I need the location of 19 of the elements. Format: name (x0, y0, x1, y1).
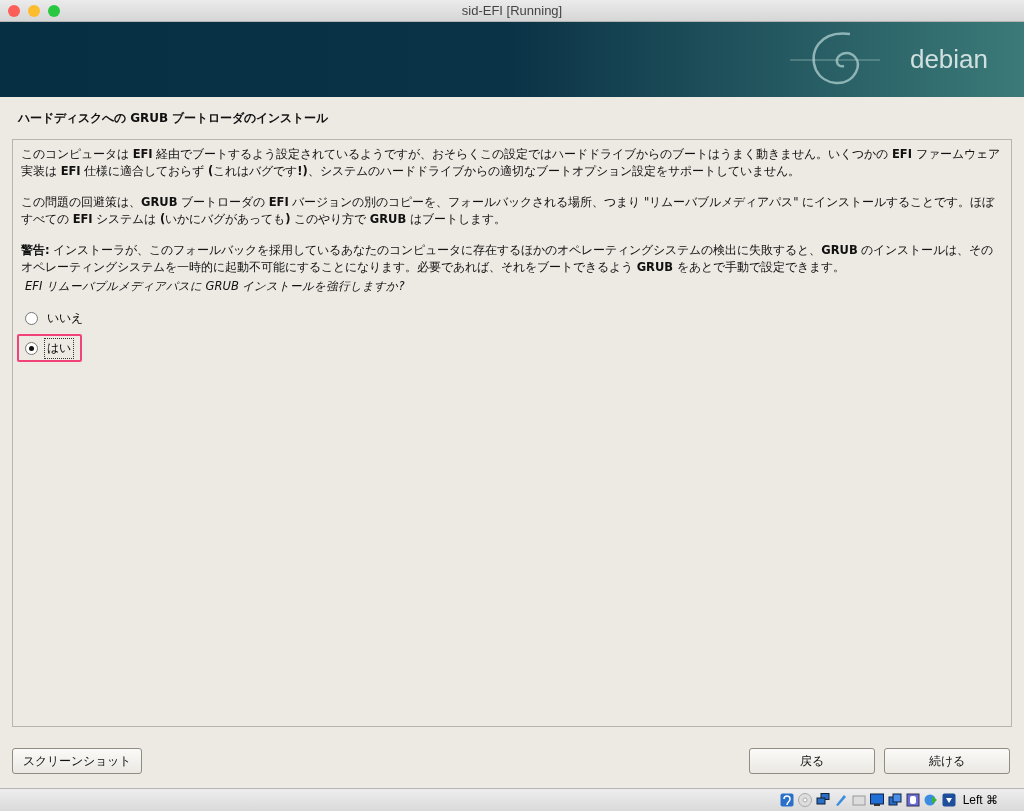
close-button[interactable] (8, 4, 20, 17)
paragraph: このコンピュータは EFI 経由でブートするよう設定されているようですが、おそらくこの設定ではハードドライブからのブートはうまく動きません。いくつかの EFI ファームウェア実装は EFI 仕様に適合しておらず (これはバグです!)、システムのハードドライブからの適切なブートオプション設定をサポートしていません。 (21, 146, 1001, 180)
windows-icon[interactable] (887, 793, 902, 807)
paragraph: 警告: インストーラが、このフォールバックを採用しているあなたのコンピュータに存在するほかのオペレーティングシステムの検出に失敗すると、GRUB のインストールは、そのオペレーティングシステムを一時的に起動不可能にすることになります。必要であれば、それをブートできるよう GRUB をあとで手動で設定できます。 (21, 242, 995, 276)
radio-button[interactable] (25, 341, 38, 355)
radio-button[interactable] (25, 311, 38, 325)
network-icon[interactable] (815, 793, 830, 807)
display-icon[interactable] (869, 793, 884, 807)
continue-button[interactable]: 続ける (884, 748, 1010, 774)
option-label[interactable]: はい (44, 337, 74, 359)
question-text: EFI リムーバブルメディアパスに GRUB インストールを強行しますか? (25, 279, 406, 294)
host-key-label: Left ⌘ (962, 793, 998, 807)
window-title: sid-EFI [Running] (461, 3, 563, 18)
back-button[interactable]: 戻る (749, 748, 875, 774)
option-label[interactable]: いいえ (44, 307, 86, 329)
paragraph: この問題の回避策は、GRUB ブートローダの EFI バージョンの別のコピーを、フォールバックされる場所、つまり "リムーバブルメディアパス" にインストールすることです。ほぼすべての EFI システムは (いかにバグがあっても) このやり方で GRUB はブートします。 (21, 194, 996, 228)
logo-text: debian (909, 44, 988, 75)
page-title: ハードディスクへの GRUB ブートローダのインストール (16, 110, 330, 127)
screenshot-button[interactable]: スクリーンショット (12, 748, 142, 774)
